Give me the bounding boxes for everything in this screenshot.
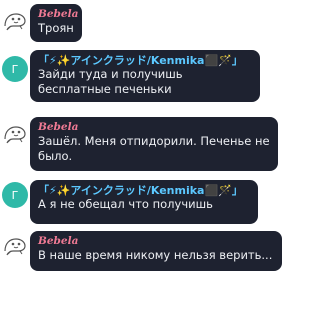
message-bubble[interactable]: Bebela Троян xyxy=(30,4,82,42)
avatar[interactable]: Г xyxy=(2,56,28,82)
message-text: А я не обещал что получишь xyxy=(38,197,213,211)
doodle-avatar-icon[interactable] xyxy=(2,8,28,34)
message-bubble[interactable]: 「⚡✨アインクラッド/Kenmika⬛🪄」 Зайди туда и получ… xyxy=(30,50,260,102)
avatar-letter: Г xyxy=(11,62,19,76)
chat-message: Г 「⚡✨アインクラッド/Kenmika⬛🪄」 А я не обещал чт… xyxy=(0,178,293,224)
chat-message: Г 「⚡✨アインクラッド/Kenmika⬛🪄」 Зайди туда и пол… xyxy=(0,48,293,106)
sender-name[interactable]: Bebela xyxy=(38,8,78,21)
avatar-letter: Г xyxy=(11,188,19,202)
message-text: Зайди туда и получишь бесплатные печеньк… xyxy=(38,67,183,96)
message-bubble[interactable]: Bebela В наше время никому нельзя верить… xyxy=(30,231,282,271)
doodle-avatar-icon[interactable] xyxy=(2,233,28,259)
chat-message: Bebela В наше время никому нельзя верить… xyxy=(0,229,293,273)
chat-message: Bebela Троян xyxy=(0,0,293,44)
message-bubble[interactable]: Bebela Зашёл. Меня отпидорили. Печенье н… xyxy=(30,117,278,171)
message-bubble[interactable]: 「⚡✨アインクラッド/Kenmika⬛🪄」 А я не обещал что … xyxy=(30,180,258,224)
sender-name[interactable]: 「⚡✨アインクラッド/Kenmika⬛🪄」 xyxy=(38,54,252,67)
chat-window: Bebela Троян Г 「⚡✨アインクラッド/Kenmika⬛🪄」 Зай… xyxy=(0,0,293,320)
message-text: В наше время никому нельзя верить... xyxy=(38,248,273,262)
sender-name[interactable]: Bebela xyxy=(38,235,274,248)
message-text: Троян xyxy=(38,21,74,35)
chat-message: Bebela Зашёл. Меня отпидорили. Печенье н… xyxy=(0,115,293,173)
doodle-avatar-icon[interactable] xyxy=(2,121,28,147)
message-text: Зашёл. Меня отпидорили. Печенье не было. xyxy=(38,134,270,163)
sender-name[interactable]: 「⚡✨アインクラッド/Kenmika⬛🪄」 xyxy=(38,184,250,197)
avatar[interactable]: Г xyxy=(2,182,28,208)
sender-name[interactable]: Bebela xyxy=(38,121,270,134)
